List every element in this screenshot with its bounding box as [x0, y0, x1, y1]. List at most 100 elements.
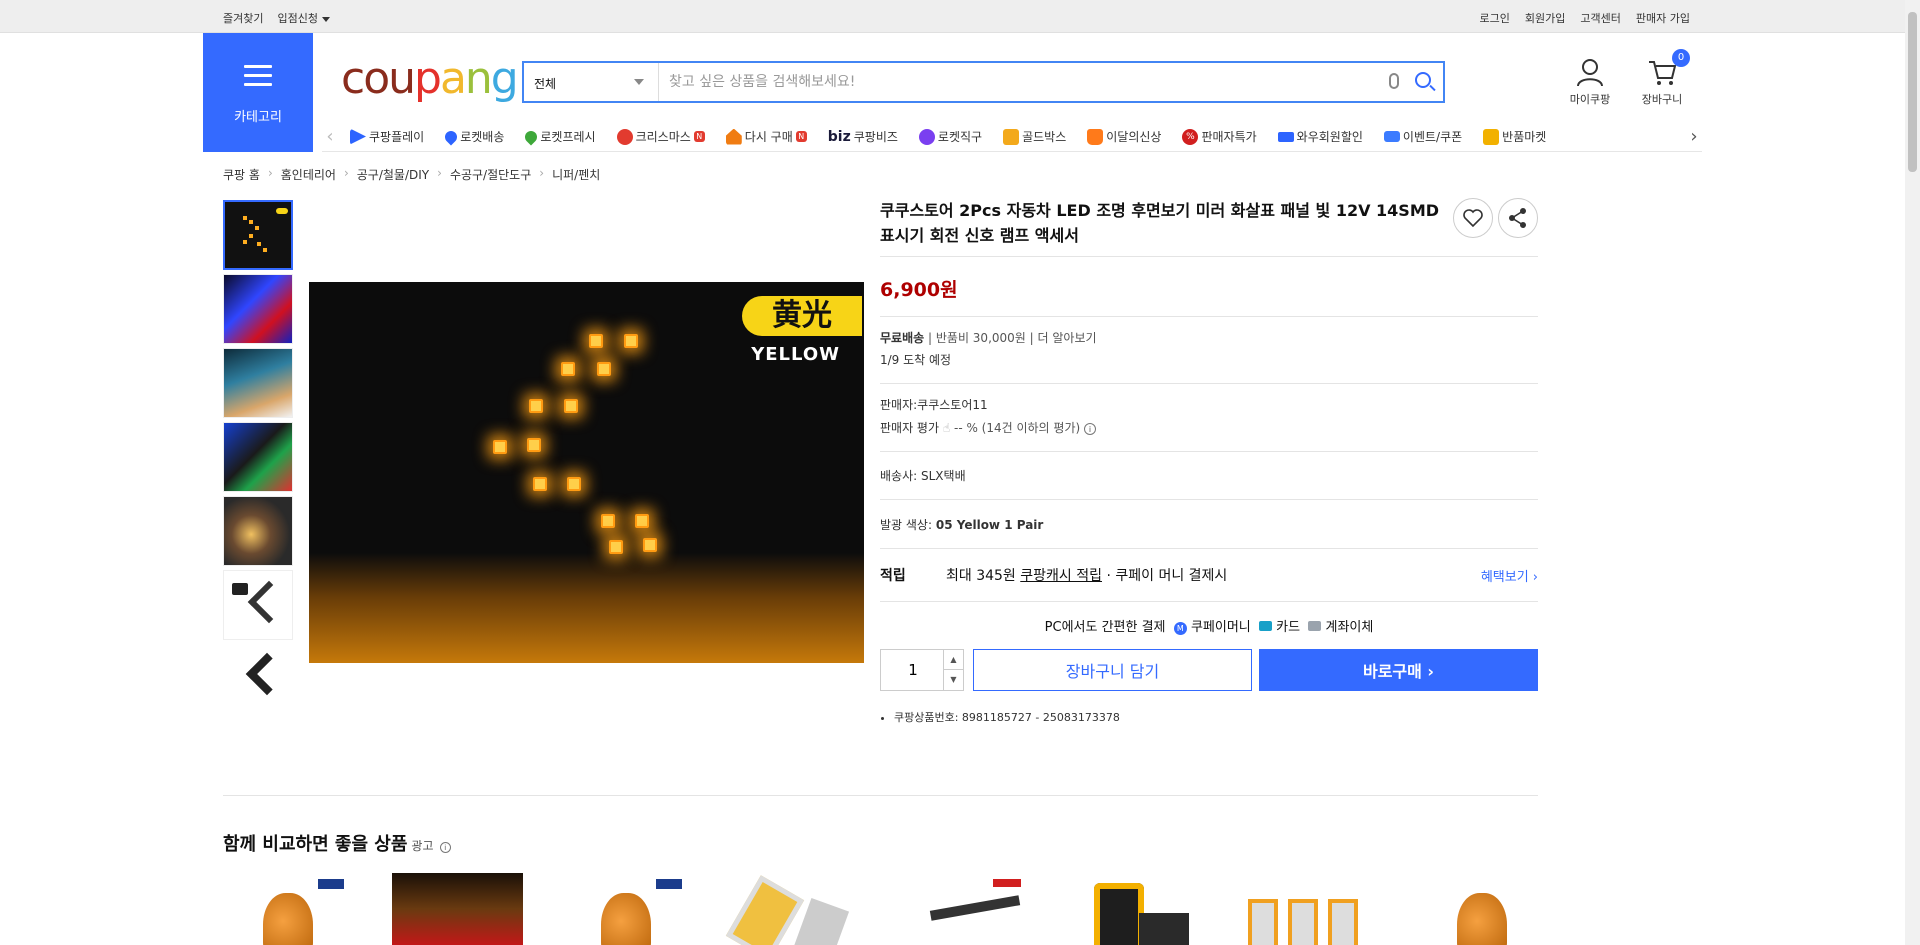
- thumbnail-3[interactable]: [223, 348, 293, 418]
- share-button[interactable]: [1498, 198, 1538, 238]
- quantity-down-icon[interactable]: ▼: [943, 670, 963, 690]
- coupay-money-icon: M: [1173, 622, 1187, 635]
- thumbnail-6[interactable]: [223, 570, 293, 640]
- option-value[interactable]: 05 Yellow 1 Pair: [936, 518, 1043, 532]
- rocket-icon: [442, 128, 460, 145]
- cart-label: 장바구니: [1641, 93, 1683, 106]
- search-scope-value: 전체: [534, 77, 557, 91]
- quantity-input[interactable]: [881, 650, 945, 690]
- vendor-apply-label: 입점신청: [277, 12, 318, 25]
- section-divider: [223, 795, 1538, 796]
- nav-item-rocket-delivery[interactable]: 로켓배송: [442, 128, 504, 145]
- compare-item[interactable]: [1407, 873, 1538, 945]
- thumbnail-list: [223, 200, 293, 718]
- coupon-icon: [1383, 131, 1400, 142]
- shipping-more-link[interactable]: 더 알아보기: [1038, 331, 1097, 345]
- nav-item-new-arrivals[interactable]: 이달의신상: [1087, 128, 1161, 145]
- cart-button[interactable]: 0 장바구니: [1632, 49, 1692, 107]
- thumbnail-1[interactable]: [223, 200, 293, 270]
- nav-item-rocket-fresh[interactable]: 로켓프레시: [522, 128, 596, 145]
- nav-item-coupang-biz[interactable]: biz 쿠팡비즈: [828, 128, 898, 145]
- signup-link[interactable]: 회원가입: [1525, 10, 1565, 26]
- login-link[interactable]: 로그인: [1480, 10, 1510, 26]
- scrollbar-thumb[interactable]: [1908, 12, 1917, 172]
- vendor-apply-menu[interactable]: 입점신청: [277, 10, 330, 26]
- nav-item-goldbox[interactable]: 골드박스: [1003, 128, 1066, 145]
- breadcrumb-interior[interactable]: 홈인테리어: [281, 166, 336, 183]
- category-label: 카테고리: [234, 110, 282, 125]
- percent-icon: %: [1182, 128, 1199, 145]
- coupang-logo[interactable]: coupang: [341, 54, 519, 104]
- search-scope-select[interactable]: 전체: [524, 63, 659, 101]
- share-icon: [1509, 208, 1526, 228]
- favorites-link[interactable]: 즐겨찾기: [223, 10, 263, 26]
- info-icon[interactable]: i: [1084, 423, 1097, 435]
- compare-item[interactable]: [1238, 873, 1369, 945]
- nav-item-seller-deals[interactable]: % 판매자특가: [1182, 128, 1257, 145]
- compare-item[interactable]: [392, 873, 524, 945]
- microphone-icon[interactable]: [1389, 73, 1399, 89]
- gift-icon: [1003, 128, 1020, 145]
- free-shipping-label: 무료배송: [880, 331, 925, 345]
- mycoupang-button[interactable]: 마이쿠팡: [1560, 57, 1620, 107]
- coupang-cash-link[interactable]: 쿠팡캐시 적립: [1020, 565, 1102, 585]
- top-utility-bar: 즐겨찾기 입점신청 로그인 회원가입 고객센터 판매자 가입: [0, 0, 1905, 33]
- nav-next-icon[interactable]: ›: [1686, 126, 1702, 147]
- nav-item-coupang-play[interactable]: 쿠팡플레이: [350, 128, 424, 145]
- customer-center-link[interactable]: 고객센터: [1580, 10, 1620, 26]
- return-fee: 반품비 30,000원: [935, 331, 1026, 345]
- favorite-button[interactable]: [1453, 198, 1493, 238]
- thumbnail-2[interactable]: [223, 274, 293, 344]
- nav-item-christmas[interactable]: 크리스마스 N: [616, 128, 705, 145]
- easy-pay-row: PC에서도 간편한 결제 M 쿠페이머니 카드 계좌이체: [880, 616, 1538, 635]
- page-scrollbar[interactable]: [1905, 0, 1920, 945]
- nav-item-events-coupons[interactable]: 이벤트/쿠폰: [1383, 128, 1462, 145]
- nav-item-rocket-global[interactable]: 로켓직구: [918, 128, 982, 145]
- bank-transfer-label: 계좌이체: [1325, 620, 1374, 635]
- breadcrumb-tools[interactable]: 공구/철물/DIY: [357, 166, 429, 183]
- search-icon[interactable]: [1415, 72, 1431, 88]
- compare-item[interactable]: [223, 873, 354, 945]
- search-input[interactable]: [669, 71, 1309, 93]
- compare-item[interactable]: [726, 873, 861, 945]
- breadcrumb-home[interactable]: 쿠팡 홈: [223, 166, 260, 183]
- biz-icon: biz: [827, 128, 851, 145]
- nav-item-wow-discount[interactable]: 와우회원할인: [1277, 128, 1363, 145]
- compare-item[interactable]: [1069, 873, 1200, 945]
- coupay-money-label: 쿠페이머니: [1190, 620, 1251, 635]
- category-button[interactable]: 카테고리: [203, 33, 313, 152]
- compare-section-title: 함께 비교하면 좋을 상품 광고 i: [223, 830, 451, 856]
- reward-row: 적립 최대 345원 쿠팡캐시 적립 · 쿠페이 머니 결제시 혜택보기 ›: [880, 549, 1538, 601]
- heart-icon: [1463, 209, 1483, 228]
- thumbs-up-icon: ☝: [942, 421, 951, 435]
- caret-down-icon: [321, 16, 330, 22]
- breadcrumb-hand-tools[interactable]: 수공구/절단도구: [450, 166, 531, 183]
- seller-signup-link[interactable]: 판매자 가입: [1636, 10, 1690, 26]
- nav-item-return-market[interactable]: 반품마켓: [1483, 128, 1546, 145]
- quantity-stepper: ▲ ▼: [880, 649, 964, 691]
- hamburger-icon: [244, 65, 272, 87]
- nav-prev-icon[interactable]: ‹: [322, 126, 338, 147]
- reward-max: 최대 345원: [946, 568, 1016, 584]
- info-icon[interactable]: i: [439, 842, 451, 853]
- breadcrumb: 쿠팡 홈 › 홈인테리어 › 공구/철물/DIY › 수공구/절단도구 › 니퍼/펜치: [223, 166, 600, 183]
- user-icon: [1577, 59, 1603, 87]
- compare-item[interactable]: [561, 873, 692, 945]
- quantity-up-icon[interactable]: ▲: [943, 650, 963, 670]
- delivery-eta: 1/9 도착 예정: [880, 353, 952, 367]
- breadcrumb-pliers[interactable]: 니퍼/펜치: [552, 166, 600, 183]
- market-icon: [1483, 128, 1500, 145]
- compare-item[interactable]: [900, 873, 1031, 945]
- chevron-right-icon: ›: [539, 166, 545, 180]
- seller-name-link[interactable]: 쿠쿠스토어11: [917, 398, 987, 412]
- add-to-cart-button[interactable]: 장바구니 담기: [973, 649, 1252, 691]
- benefit-link[interactable]: 혜택보기 ›: [1481, 566, 1538, 585]
- nav-item-rebuy[interactable]: 다시 구매 N: [725, 128, 807, 145]
- thumbnail-5[interactable]: [223, 496, 293, 566]
- category-nav: ‹ 쿠팡플레이 로켓배송 로켓프레시 크리스마스 N 다시 구매 N biz 쿠팡비즈…: [322, 122, 1702, 152]
- thumbnail-7[interactable]: [223, 644, 293, 714]
- chevron-right-icon: ›: [437, 166, 442, 180]
- buy-now-button[interactable]: 바로구매 ›: [1259, 649, 1538, 691]
- thumbnail-4[interactable]: [223, 422, 293, 492]
- carrier-name: SLX택배: [921, 469, 966, 483]
